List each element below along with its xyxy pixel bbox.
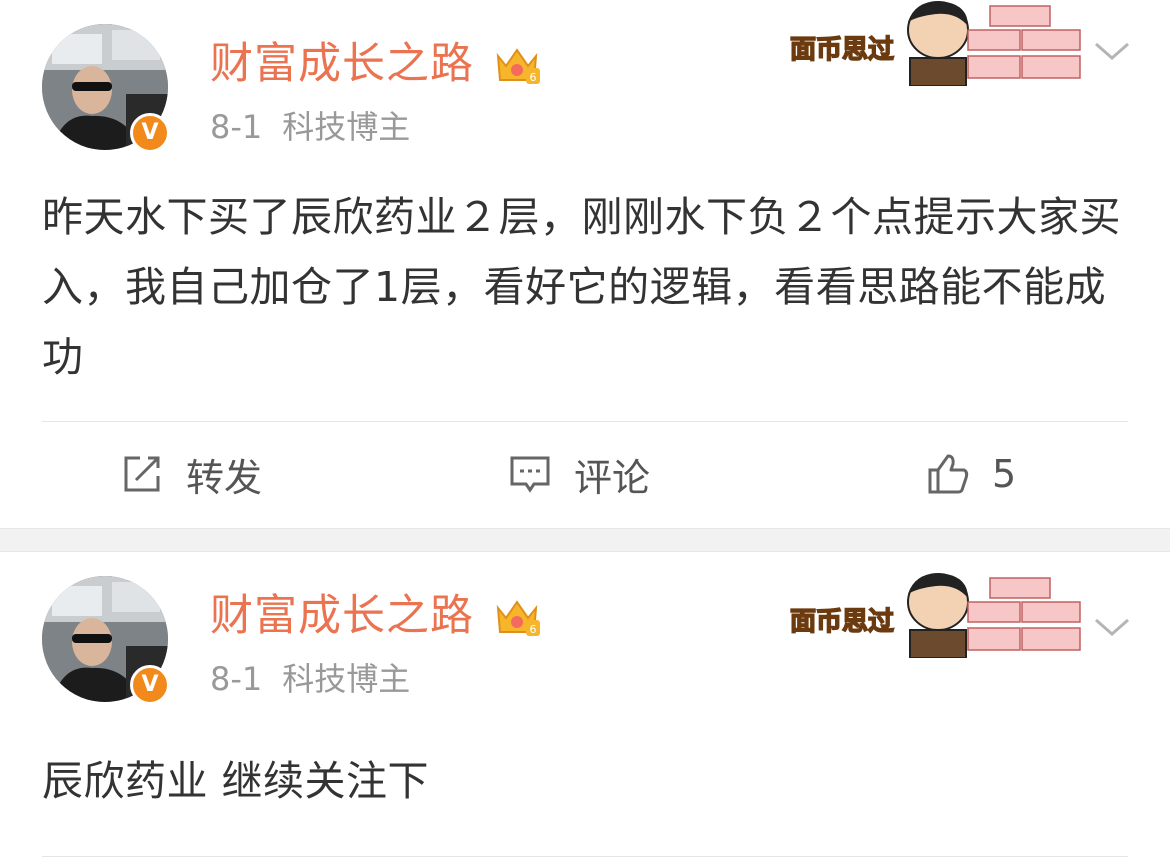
verified-badge: V [130, 665, 170, 705]
card-sticker: 面币思过 [789, 1, 1081, 86]
post-source: 科技博主 [282, 660, 411, 698]
sticker-text: 面币思过 [790, 35, 894, 65]
post-date: 8-1 [210, 660, 263, 698]
repost-button[interactable]: 转发 [120, 444, 262, 504]
more-chevron-icon[interactable] [1092, 36, 1132, 66]
comment-label: 评论 [574, 455, 651, 500]
comment-icon [510, 456, 550, 493]
post-separator [0, 528, 1170, 552]
post-text: 辰欣药业 继续关注下 [42, 757, 430, 805]
crown-icon: 6 [496, 600, 540, 636]
like-button[interactable]: 5 [926, 444, 1016, 504]
repost-label: 转发 [186, 455, 263, 500]
crown-level: 6 [530, 71, 537, 84]
divider [42, 856, 1128, 857]
sticker-text: 面币思过 [790, 607, 894, 637]
more-chevron-icon[interactable] [1092, 612, 1132, 642]
feed-post[interactable]: V 财富成长之路 6 8-1 科技博主 面币思过 辰欣药业 继续关注下 [0, 552, 1170, 860]
comment-button[interactable]: 评论 [508, 444, 650, 504]
post-source: 科技博主 [282, 108, 411, 146]
crown-level: 6 [530, 623, 537, 636]
like-count: 5 [992, 452, 1017, 496]
card-sticker: 面币思过 [789, 573, 1081, 658]
divider [42, 421, 1128, 422]
username[interactable]: 财富成长之路 [210, 34, 474, 94]
post-meta: 8-1 科技博主 [210, 656, 410, 702]
verified-badge: V [130, 113, 170, 153]
like-icon [928, 454, 969, 494]
post-text: 昨天水下买了辰欣药业２层，刚刚水下负２个点提示大家买入，我自己加仓了1层，看好它… [42, 193, 1121, 381]
feed-post[interactable]: V 财富成长之路 6 8-1 科技博主 面币思过 昨天水下买了辰欣药业２层，刚刚水… [0, 0, 1170, 528]
crown-icon: 6 [496, 48, 540, 84]
username[interactable]: 财富成长之路 [210, 586, 474, 646]
repost-icon [124, 456, 160, 492]
post-meta: 8-1 科技博主 [210, 104, 410, 150]
post-date: 8-1 [210, 108, 263, 146]
